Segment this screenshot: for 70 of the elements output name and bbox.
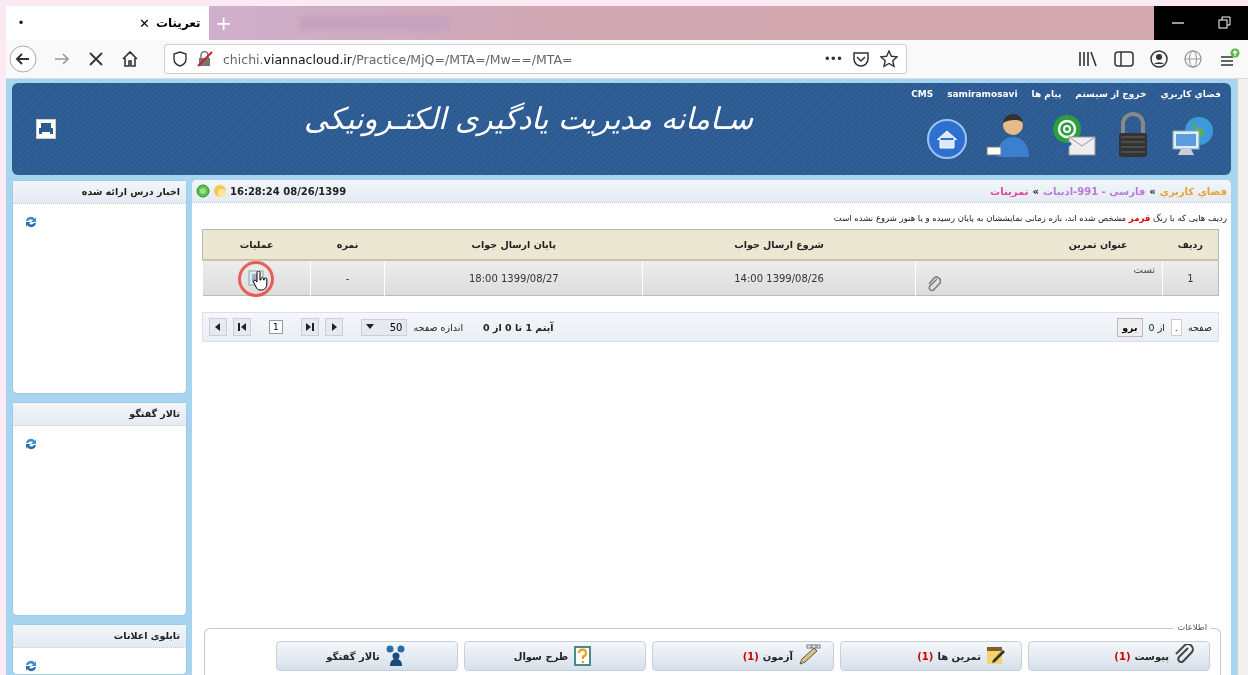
refresh-icon[interactable] (23, 658, 39, 674)
panel-title: اخبار درس ارائه شده (13, 181, 186, 204)
tab-dot: • (16, 16, 26, 30)
highlight-circle (238, 261, 275, 297)
notice-text: ردیف هایی که با رنگ قرمز مشخص شده اند، بازه زمانی نمایششان به پایان رسیده و یا هنوز شروع نشده است (832, 212, 1228, 226)
header-link[interactable]: خروج از سيستم (1075, 89, 1147, 99)
first-page-button[interactable] (233, 318, 251, 336)
padlock-icon (197, 51, 213, 67)
breadcrumb-separator: » (1149, 185, 1156, 197)
table-cell: 1399/08/27 18:00 (384, 260, 643, 296)
column-header[interactable]: پایان ارسال جواب (384, 229, 643, 260)
page-field[interactable]: . (1170, 318, 1182, 336)
column-header[interactable]: شروع ارسال جواب (642, 229, 916, 260)
back-icon[interactable] (8, 44, 38, 74)
last-page-button[interactable] (300, 318, 319, 336)
header-link[interactable]: CMS (911, 89, 934, 99)
pointer-cursor-icon (252, 271, 269, 291)
sun-icon (213, 184, 227, 198)
star-icon[interactable] (880, 50, 898, 68)
restore-icon[interactable] (1217, 16, 1232, 30)
user-icon[interactable] (985, 111, 1031, 159)
page-actions-button[interactable]: ••• (823, 52, 842, 66)
dropdown-caret-icon (365, 324, 374, 330)
info-button[interactable]: طرح سوال (464, 641, 646, 671)
previous-icon (213, 322, 223, 332)
address-bar[interactable]: chichi.viannacloud.ir/Practice/MjQ=/MTA=/Mw==/MTA= ••• (164, 44, 907, 74)
panel-title: تالار گفتگو (13, 403, 186, 426)
page-size-select[interactable]: 50 (360, 318, 408, 336)
pencil-icon (797, 644, 821, 668)
pocket-icon[interactable] (852, 50, 870, 68)
page-label: صفحه (1187, 321, 1212, 333)
sidebar-icon[interactable] (1114, 50, 1134, 68)
paperclip-icon[interactable] (926, 276, 941, 292)
fieldset-legend: اطلاعات (1174, 622, 1210, 632)
item-count-text: آیتم 1 تا 0 از 0 (483, 321, 554, 333)
library-icon[interactable] (1078, 50, 1098, 68)
go-button[interactable]: برو (1117, 317, 1143, 337)
breadcrumb-separator: » (1032, 185, 1039, 197)
scrollbar[interactable] (1237, 79, 1248, 675)
column-header[interactable]: عنوان تمرین (915, 229, 1163, 260)
date-time: 16:28:24 08/26/1399 (230, 185, 347, 197)
account-icon[interactable] (1150, 50, 1168, 68)
site-title: سـامانه مدیریت یادگیری الکتـرونیکی (302, 100, 755, 139)
header-link[interactable]: فضاي كاربري (1160, 89, 1221, 99)
next-button[interactable] (324, 318, 343, 336)
globe-icon[interactable] (1184, 50, 1202, 68)
panel-title: تابلوی اعلانات (13, 625, 186, 648)
header-link[interactable]: samiramosavi (947, 89, 1018, 99)
refresh-icon[interactable] (23, 214, 39, 230)
home-icon[interactable] (120, 49, 140, 69)
column-header[interactable]: ردیف (1162, 229, 1219, 260)
page-number-field[interactable]: 1 (269, 320, 283, 334)
status-icon (196, 184, 210, 198)
shield-icon[interactable] (173, 51, 187, 67)
page-total-text: از 0 (1148, 321, 1165, 333)
exercise-title: تست (1133, 264, 1156, 275)
refresh-icon[interactable] (23, 436, 39, 452)
header-link[interactable]: پيام ها (1031, 89, 1062, 99)
previous-button[interactable] (209, 318, 227, 336)
column-header[interactable]: نمره (310, 229, 385, 260)
table-cell: 1 (1162, 260, 1219, 296)
table-cell: - (310, 260, 385, 296)
home-icon[interactable] (927, 119, 967, 159)
info-button[interactable]: تالار گفتگو (276, 641, 458, 671)
column-header[interactable]: عملیات (202, 229, 311, 260)
print-icon[interactable] (36, 119, 56, 139)
first-page-icon (237, 322, 247, 332)
last-page-icon (304, 322, 315, 332)
table-cell: 1399/08/26 14:00 (642, 260, 916, 296)
page-size-label: اندازه صفحه (413, 321, 464, 333)
